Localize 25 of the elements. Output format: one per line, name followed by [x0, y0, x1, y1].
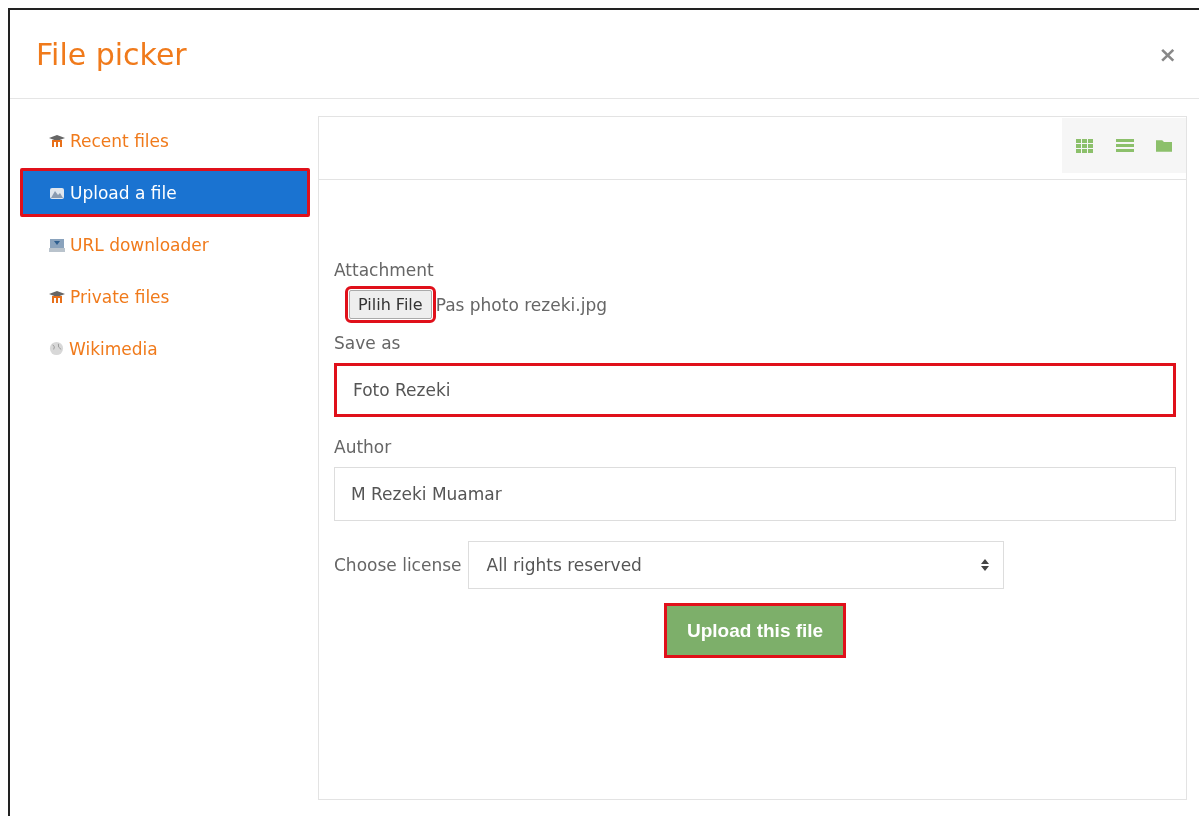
computer-icon [49, 237, 65, 252]
author-field[interactable]: M Rezeki Muamar [334, 467, 1176, 521]
upload-button[interactable]: Upload this file [664, 603, 847, 658]
field-label: Save as [334, 333, 402, 353]
sidebar-item[interactable]: Private files [20, 272, 310, 321]
sidebar-item[interactable]: Wikimedia [20, 324, 310, 373]
list-view-icon[interactable] [1116, 138, 1134, 153]
sort-arrows-icon [980, 559, 989, 571]
file-name: Pas photo rezeki.jpg [435, 294, 607, 315]
field-label: Author [334, 437, 393, 457]
image-icon [49, 185, 65, 200]
mortarboard-icon [49, 134, 65, 147]
sidebar-item[interactable]: Recent files [20, 116, 310, 165]
close-button[interactable]: × [1154, 41, 1181, 67]
field-label: Attachment [334, 260, 435, 280]
field-label: Choose license [334, 555, 462, 575]
dialog-title: File picker [36, 36, 187, 72]
mortarboard-icon [49, 290, 65, 303]
globe-icon [49, 341, 64, 356]
folder-icon[interactable] [1156, 139, 1172, 152]
save-as-field[interactable]: Foto Rezeki [334, 363, 1176, 417]
sidebar-item[interactable]: URL downloader [20, 220, 310, 269]
sidebar-item[interactable]: Upload a file [20, 168, 310, 217]
grid-view-icon[interactable] [1076, 138, 1094, 153]
license-dropdown[interactable]: All rights reserved [467, 541, 1004, 589]
